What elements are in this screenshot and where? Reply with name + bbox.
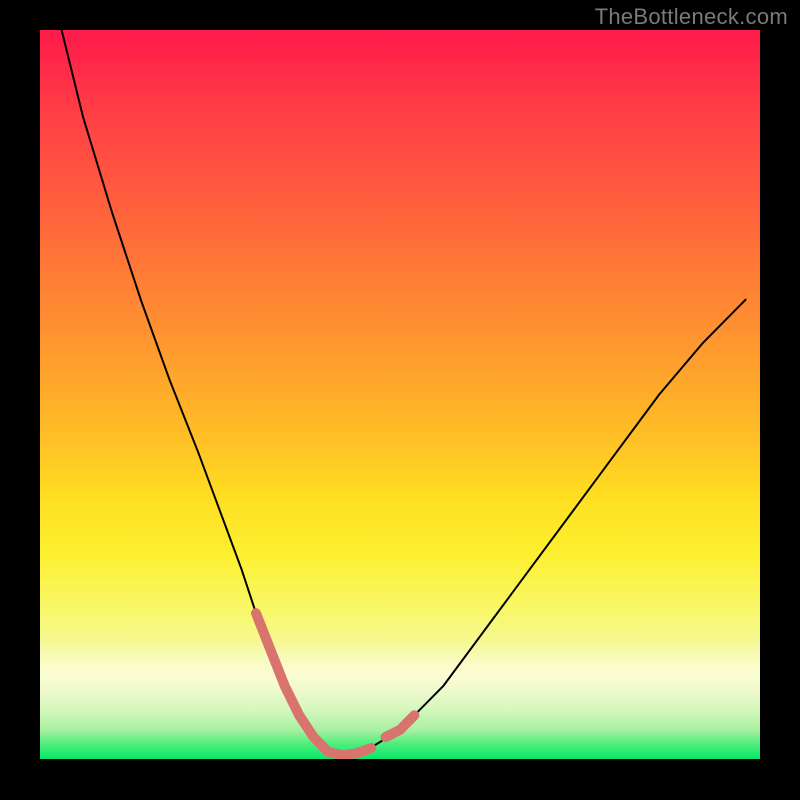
series-bottleneck-curve [62,30,746,755]
curve-layer [40,30,760,759]
series-highlight-segments [386,715,415,737]
series-highlight-segments [256,613,371,755]
watermark-text: TheBottleneck.com [595,4,788,30]
chart-stage: TheBottleneck.com [0,0,800,800]
plot-area [40,30,760,759]
